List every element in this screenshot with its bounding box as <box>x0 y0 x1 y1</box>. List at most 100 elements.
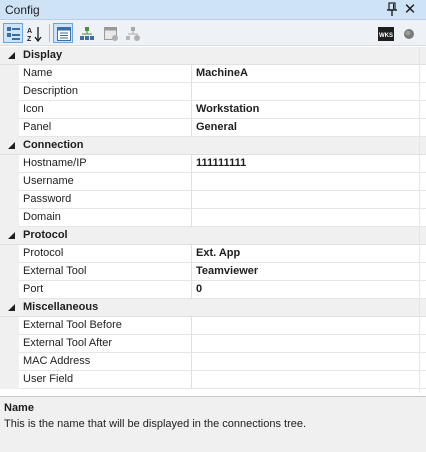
property-row[interactable]: Description <box>0 83 426 101</box>
property-name: Domain <box>23 211 61 223</box>
row-margin <box>0 371 19 389</box>
column-divider[interactable] <box>191 263 192 281</box>
column-divider[interactable] <box>191 119 192 137</box>
category-miscellaneous[interactable]: Miscellaneous <box>0 299 426 317</box>
svg-text:A: A <box>27 28 32 35</box>
row-margin <box>0 317 19 335</box>
column-divider[interactable] <box>191 155 192 173</box>
property-value[interactable]: Ext. App <box>196 247 240 259</box>
inheritance-view-button[interactable] <box>76 23 96 43</box>
row-margin <box>0 83 19 101</box>
column-divider[interactable] <box>191 371 192 389</box>
column-divider[interactable] <box>191 191 192 209</box>
grid-right-border <box>419 47 420 393</box>
panel-titlebar: Config ✕ <box>0 0 426 20</box>
property-name: External Tool <box>23 265 87 277</box>
property-row[interactable]: Name MachineA <box>0 65 426 83</box>
connection-status-button[interactable] <box>398 23 418 43</box>
default-properties-icon <box>104 27 118 41</box>
status-dot-icon <box>404 29 414 39</box>
properties-view-button[interactable] <box>53 23 73 43</box>
column-divider[interactable] <box>191 353 192 371</box>
category-protocol[interactable]: Protocol <box>0 227 426 245</box>
property-row[interactable]: External Tool Teamviewer <box>0 263 426 281</box>
row-margin <box>0 335 19 353</box>
property-name: Name <box>23 67 53 79</box>
row-margin <box>0 191 19 209</box>
collapse-icon[interactable] <box>7 231 16 240</box>
property-name: Protocol <box>23 247 64 259</box>
property-row[interactable]: External Tool After <box>0 335 426 353</box>
panel-title: Config <box>5 3 40 17</box>
column-divider[interactable] <box>191 65 192 83</box>
help-title: Name <box>4 402 34 414</box>
close-icon[interactable]: ✕ <box>402 1 418 18</box>
property-row[interactable]: Username <box>0 173 426 191</box>
help-panel: Name This is the name that will be displ… <box>0 396 426 452</box>
property-row[interactable]: External Tool Before <box>0 317 426 335</box>
host-status-button[interactable]: WKS <box>375 23 395 43</box>
properties-icon <box>57 27 71 41</box>
column-divider[interactable] <box>191 281 192 299</box>
category-label: Display <box>23 49 63 61</box>
category-label: Connection <box>23 139 84 151</box>
toolbar-separator <box>49 24 50 42</box>
category-label: Miscellaneous <box>23 301 99 313</box>
row-margin <box>0 101 19 119</box>
property-row[interactable]: User Field <box>0 371 426 389</box>
property-name: External Tool Before <box>23 319 122 331</box>
wks-label: WKS <box>379 33 393 39</box>
row-margin <box>0 263 19 281</box>
row-margin <box>0 173 19 191</box>
column-divider[interactable] <box>191 317 192 335</box>
property-row[interactable]: Port 0 <box>0 281 426 299</box>
property-value[interactable]: 0 <box>196 283 202 295</box>
column-divider[interactable] <box>191 209 192 227</box>
property-row[interactable]: Panel General <box>0 119 426 137</box>
row-margin <box>0 155 19 173</box>
row-margin <box>0 353 19 371</box>
category-connection[interactable]: Connection <box>0 137 426 155</box>
help-description: This is the name that will be displayed … <box>4 418 307 430</box>
property-row[interactable]: Icon Workstation <box>0 101 426 119</box>
inheritance-icon <box>80 27 94 40</box>
column-divider[interactable] <box>191 83 192 101</box>
property-row[interactable]: MAC Address <box>0 353 426 371</box>
property-name: Port <box>23 283 44 295</box>
collapse-icon[interactable] <box>7 303 16 312</box>
categorized-icon <box>7 27 20 40</box>
property-row[interactable]: Protocol Ext. App <box>0 245 426 263</box>
default-inheritance-icon <box>126 27 140 41</box>
column-divider[interactable] <box>191 101 192 119</box>
row-margin <box>0 281 19 299</box>
property-row[interactable]: Hostname/IP 111111111 <box>0 155 426 173</box>
property-grid: Display Name MachineA Description Icon W… <box>0 47 426 392</box>
row-margin <box>0 65 19 83</box>
property-row[interactable]: Domain <box>0 209 426 227</box>
row-margin <box>0 119 19 137</box>
property-name: Username <box>23 175 74 187</box>
collapse-icon[interactable] <box>7 51 16 60</box>
property-value[interactable]: Workstation <box>196 103 259 115</box>
property-name: Hostname/IP <box>23 157 87 169</box>
property-name: MAC Address <box>23 355 91 367</box>
default-properties-button[interactable] <box>100 23 120 43</box>
property-name: Description <box>23 85 79 97</box>
pin-icon[interactable] <box>385 2 399 17</box>
category-display[interactable]: Display <box>0 47 426 65</box>
property-value[interactable]: Teamviewer <box>196 265 258 277</box>
alphabetical-sort-button[interactable]: A Z <box>24 23 44 43</box>
property-name: Icon <box>23 103 44 115</box>
property-name: External Tool After <box>23 337 113 349</box>
collapse-icon[interactable] <box>7 141 16 150</box>
property-value[interactable]: General <box>196 121 237 133</box>
property-value[interactable]: 111111111 <box>196 157 246 169</box>
property-value[interactable]: MachineA <box>196 67 248 79</box>
column-divider[interactable] <box>191 335 192 353</box>
property-name: User Field <box>23 373 74 385</box>
column-divider[interactable] <box>191 173 192 191</box>
property-row[interactable]: Password <box>0 191 426 209</box>
default-inheritance-button[interactable] <box>122 23 142 43</box>
categorized-view-button[interactable] <box>3 23 23 43</box>
column-divider[interactable] <box>191 245 192 263</box>
